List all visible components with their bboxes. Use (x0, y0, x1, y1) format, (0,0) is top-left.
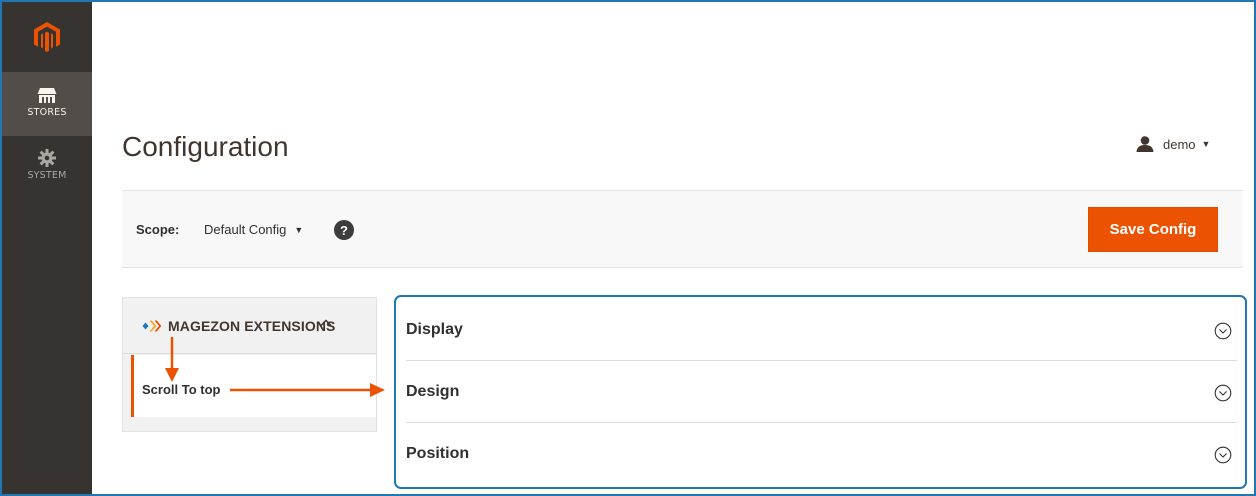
tab-item-scroll-to-top[interactable]: Scroll To top (131, 355, 376, 417)
group-position[interactable]: Position (406, 423, 1237, 485)
expand-icon (1214, 446, 1232, 464)
group-title: Position (406, 445, 470, 462)
admin-sidebar: STORES SYSTEM (2, 2, 92, 494)
group-title: Design (406, 382, 460, 400)
tab-item-label: Scroll To top (142, 382, 221, 397)
help-icon[interactable]: ? (334, 220, 354, 240)
tab-section-magezon[interactable]: MAGEZON EXTENSIONS (123, 298, 376, 354)
user-menu[interactable]: demo ▼ (1136, 136, 1210, 152)
caret-down-icon: ▼ (294, 224, 304, 235)
sidebar-item-system[interactable]: SYSTEM (2, 136, 92, 200)
chevron-up-icon (320, 319, 332, 327)
user-name: demo (1163, 136, 1196, 152)
magezon-logo-icon (142, 320, 162, 331)
expand-icon (1214, 384, 1232, 402)
group-title: Display (406, 320, 463, 338)
config-groups: Display Design Position (394, 295, 1247, 489)
scope-bar: Scope: Default Config ▼ ? Save Config (122, 190, 1243, 268)
store-icon (37, 88, 57, 103)
expand-icon (1214, 322, 1232, 340)
save-config-button[interactable]: Save Config (1088, 207, 1218, 252)
user-icon (1136, 136, 1154, 152)
sidebar-item-stores[interactable]: STORES (2, 72, 92, 136)
sidebar-item-label: SYSTEM (27, 170, 67, 181)
magento-logo[interactable] (2, 2, 92, 72)
group-display[interactable]: Display (406, 299, 1237, 361)
group-design[interactable]: Design (406, 361, 1237, 423)
config-tabs: MAGEZON EXTENSIONS Scroll To top (122, 297, 377, 432)
scope-value: Default Config (204, 222, 287, 237)
page-title: Configuration (122, 131, 289, 162)
caret-down-icon: ▼ (1201, 139, 1211, 149)
magento-logo-icon (34, 22, 60, 52)
tab-section-title: MAGEZON EXTENSIONS (168, 317, 336, 334)
scope-label: Scope: (136, 222, 180, 237)
sidebar-item-label: STORES (27, 107, 67, 118)
scope-switcher[interactable]: Default Config ▼ (204, 222, 303, 237)
gear-icon (38, 149, 56, 167)
